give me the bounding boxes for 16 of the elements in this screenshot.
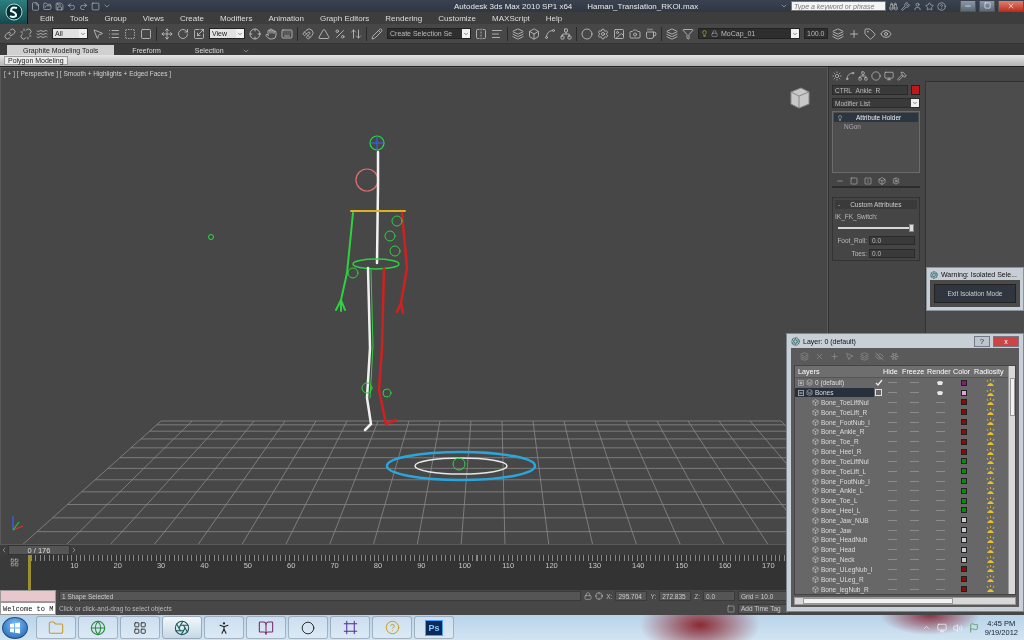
menu-item[interactable]: Modifiers [211,13,261,23]
menu-item[interactable]: Edit [32,13,62,23]
menu-item[interactable]: Group [96,13,135,23]
menu-item[interactable]: Customize [430,13,485,23]
file-name: Haman_Translation_RKOI.max [587,1,699,11]
taskbar-button[interactable]: Ps [414,616,454,639]
menu-item[interactable]: Graph Editors [311,13,378,23]
app-title: Autodesk 3ds Max 2010 SP1 x64 [454,1,573,11]
menu-item[interactable]: MAXScript [484,13,538,23]
menu-item[interactable]: Animation [260,13,312,23]
menu-item[interactable]: Views [134,13,172,23]
menu-item[interactable]: Create [171,13,212,23]
menu-item[interactable]: Help [537,13,571,23]
menu-item[interactable]: Tools [61,13,97,23]
menu-item[interactable]: Rendering [377,13,431,23]
photoshop-logo: Ps [425,619,443,636]
